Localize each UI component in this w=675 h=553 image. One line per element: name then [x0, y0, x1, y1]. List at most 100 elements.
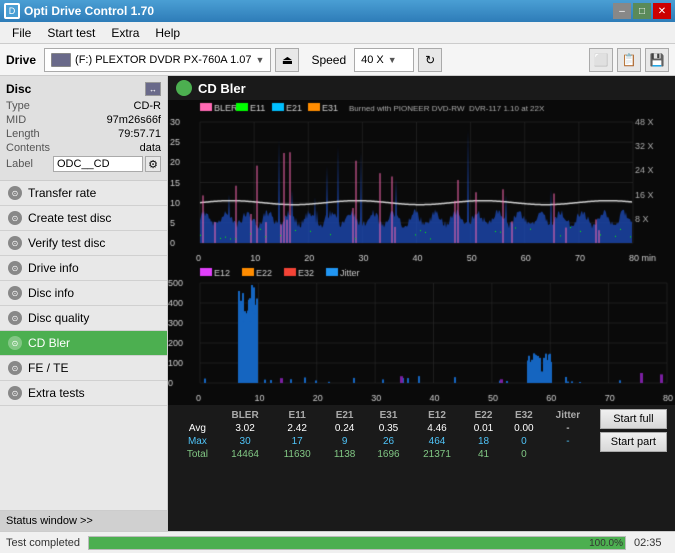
menu-start-test[interactable]: Start test: [39, 24, 103, 42]
col-header-bler: BLER: [219, 409, 272, 422]
col-header-e12: E12: [411, 409, 464, 422]
stat-max-jitter: -: [544, 435, 592, 448]
eraser-icon: ⬜: [594, 53, 609, 67]
chevron-down-icon-speed: ▼: [388, 55, 397, 65]
mid-label: MID: [6, 114, 26, 126]
length-value: 79:57.71: [118, 128, 161, 140]
refresh-button[interactable]: ↻: [418, 48, 442, 72]
eject-button[interactable]: ⏏: [275, 48, 299, 72]
col-header-e21: E21: [323, 409, 366, 422]
app-title: Opti Drive Control 1.70: [24, 4, 154, 18]
disc-info-icon: ⊙: [8, 286, 22, 300]
stat-avg-e11: 2.42: [271, 422, 323, 435]
sidebar-item-disc-quality[interactable]: ⊙ Disc quality: [0, 306, 167, 331]
speed-value: 40 X: [361, 54, 384, 66]
status-window-label: Status window >>: [6, 515, 93, 527]
copy-button[interactable]: 📋: [617, 48, 641, 72]
nav-label: Extra tests: [28, 386, 85, 400]
verify-test-disc-icon: ⊙: [8, 236, 22, 250]
sidebar-item-create-test-disc[interactable]: ⊙ Create test disc: [0, 206, 167, 231]
start-part-button[interactable]: Start part: [600, 432, 667, 452]
stats-buttons: Start full Start part: [600, 409, 667, 452]
minimize-button[interactable]: –: [613, 3, 631, 19]
col-header-e31: E31: [366, 409, 410, 422]
col-header-empty: [176, 409, 219, 422]
label-input[interactable]: [53, 156, 143, 172]
title-left: D Opti Drive Control 1.70: [4, 3, 154, 19]
table-row: Max 30 17 9 26 464 18 0 -: [176, 435, 592, 448]
sidebar-item-verify-test-disc[interactable]: ⊙ Verify test disc: [0, 231, 167, 256]
sidebar-item-cd-bler[interactable]: ⊙ CD Bler: [0, 331, 167, 356]
menu-extra[interactable]: Extra: [103, 24, 147, 42]
progress-bar: 100.0%: [88, 536, 626, 550]
nav-label: Verify test disc: [28, 236, 105, 250]
copy-icon: 📋: [622, 53, 637, 67]
stat-avg-e31: 0.35: [366, 422, 410, 435]
stat-avg-bler: 3.02: [219, 422, 272, 435]
table-row: Total 14464 11630 1138 1696 21371 41 0: [176, 448, 592, 461]
speed-label: Speed: [311, 53, 346, 67]
col-header-e32: E32: [504, 409, 544, 422]
maximize-button[interactable]: □: [633, 3, 651, 19]
stat-total-e12: 21371: [411, 448, 464, 461]
create-test-disc-icon: ⊙: [8, 211, 22, 225]
menu-file[interactable]: File: [4, 24, 39, 42]
sidebar: Disc ↔ Type CD-R MID 97m26s66f Length 79…: [0, 76, 168, 531]
stat-total-e32: 0: [504, 448, 544, 461]
time-display: 02:35: [634, 537, 669, 549]
chart-title: CD Bler: [198, 81, 246, 96]
disc-arrow-icon[interactable]: ↔: [145, 82, 161, 96]
sidebar-item-drive-info[interactable]: ⊙ Drive info: [0, 256, 167, 281]
stat-max-e11: 17: [271, 435, 323, 448]
nav-label: FE / TE: [28, 361, 68, 375]
window-controls: – □ ✕: [613, 3, 671, 19]
start-full-button[interactable]: Start full: [600, 409, 667, 429]
stat-total-e21: 1138: [323, 448, 366, 461]
menu-help[interactable]: Help: [147, 24, 188, 42]
extra-tests-icon: ⊙: [8, 386, 22, 400]
sidebar-nav: ⊙ Transfer rate ⊙ Create test disc ⊙ Ver…: [0, 181, 167, 510]
cd-bler-chart-icon: [176, 80, 192, 96]
save-button[interactable]: 💾: [645, 48, 669, 72]
contents-label: Contents: [6, 142, 50, 154]
menubar: File Start test Extra Help: [0, 22, 675, 44]
main-content: Disc ↔ Type CD-R MID 97m26s66f Length 79…: [0, 76, 675, 531]
stat-avg-e21: 0.24: [323, 422, 366, 435]
sidebar-item-transfer-rate[interactable]: ⊙ Transfer rate: [0, 181, 167, 206]
cd-bler-icon: ⊙: [8, 336, 22, 350]
sidebar-item-disc-info[interactable]: ⊙ Disc info: [0, 281, 167, 306]
transfer-rate-icon: ⊙: [8, 186, 22, 200]
nav-label: Disc info: [28, 286, 74, 300]
toolbar: Drive (F:) PLEXTOR DVDR PX-760A 1.07 ▼ ⏏…: [0, 44, 675, 76]
close-button[interactable]: ✕: [653, 3, 671, 19]
status-window-button[interactable]: Status window >>: [0, 510, 167, 531]
eraser-button[interactable]: ⬜: [589, 48, 613, 72]
drive-info-icon: ⊙: [8, 261, 22, 275]
bottom-status-bar: Test completed 100.0% 02:35: [0, 531, 675, 553]
sidebar-item-fe-te[interactable]: ⊙ FE / TE: [0, 356, 167, 381]
stat-label-total: Total: [176, 448, 219, 461]
stats-area: BLER E11 E21 E31 E12 E22 E32 Jitter Avg …: [168, 405, 675, 465]
nav-label: Drive info: [28, 261, 79, 275]
stat-total-jitter: [544, 448, 592, 461]
sidebar-item-extra-tests[interactable]: ⊙ Extra tests: [0, 381, 167, 406]
save-icon: 💾: [650, 53, 665, 67]
nav-label: Create test disc: [28, 211, 111, 225]
titlebar: D Opti Drive Control 1.70 – □ ✕: [0, 0, 675, 22]
type-label: Type: [6, 100, 30, 112]
mid-value: 97m26s66f: [107, 114, 161, 126]
speed-selector[interactable]: 40 X ▼: [354, 48, 414, 72]
stat-total-e11: 11630: [271, 448, 323, 461]
stat-max-e22: 18: [463, 435, 503, 448]
stat-label-max: Max: [176, 435, 219, 448]
label-settings-icon[interactable]: ⚙: [145, 156, 161, 172]
stat-total-e22: 41: [463, 448, 503, 461]
stats-table: BLER E11 E21 E31 E12 E22 E32 Jitter Avg …: [176, 409, 592, 461]
stat-label-avg: Avg: [176, 422, 219, 435]
contents-value: data: [140, 142, 161, 154]
stat-avg-e32: 0.00: [504, 422, 544, 435]
length-label: Length: [6, 128, 40, 140]
type-value: CD-R: [134, 100, 162, 112]
drive-selector[interactable]: (F:) PLEXTOR DVDR PX-760A 1.07 ▼: [44, 48, 271, 72]
label-label: Label: [6, 158, 33, 170]
